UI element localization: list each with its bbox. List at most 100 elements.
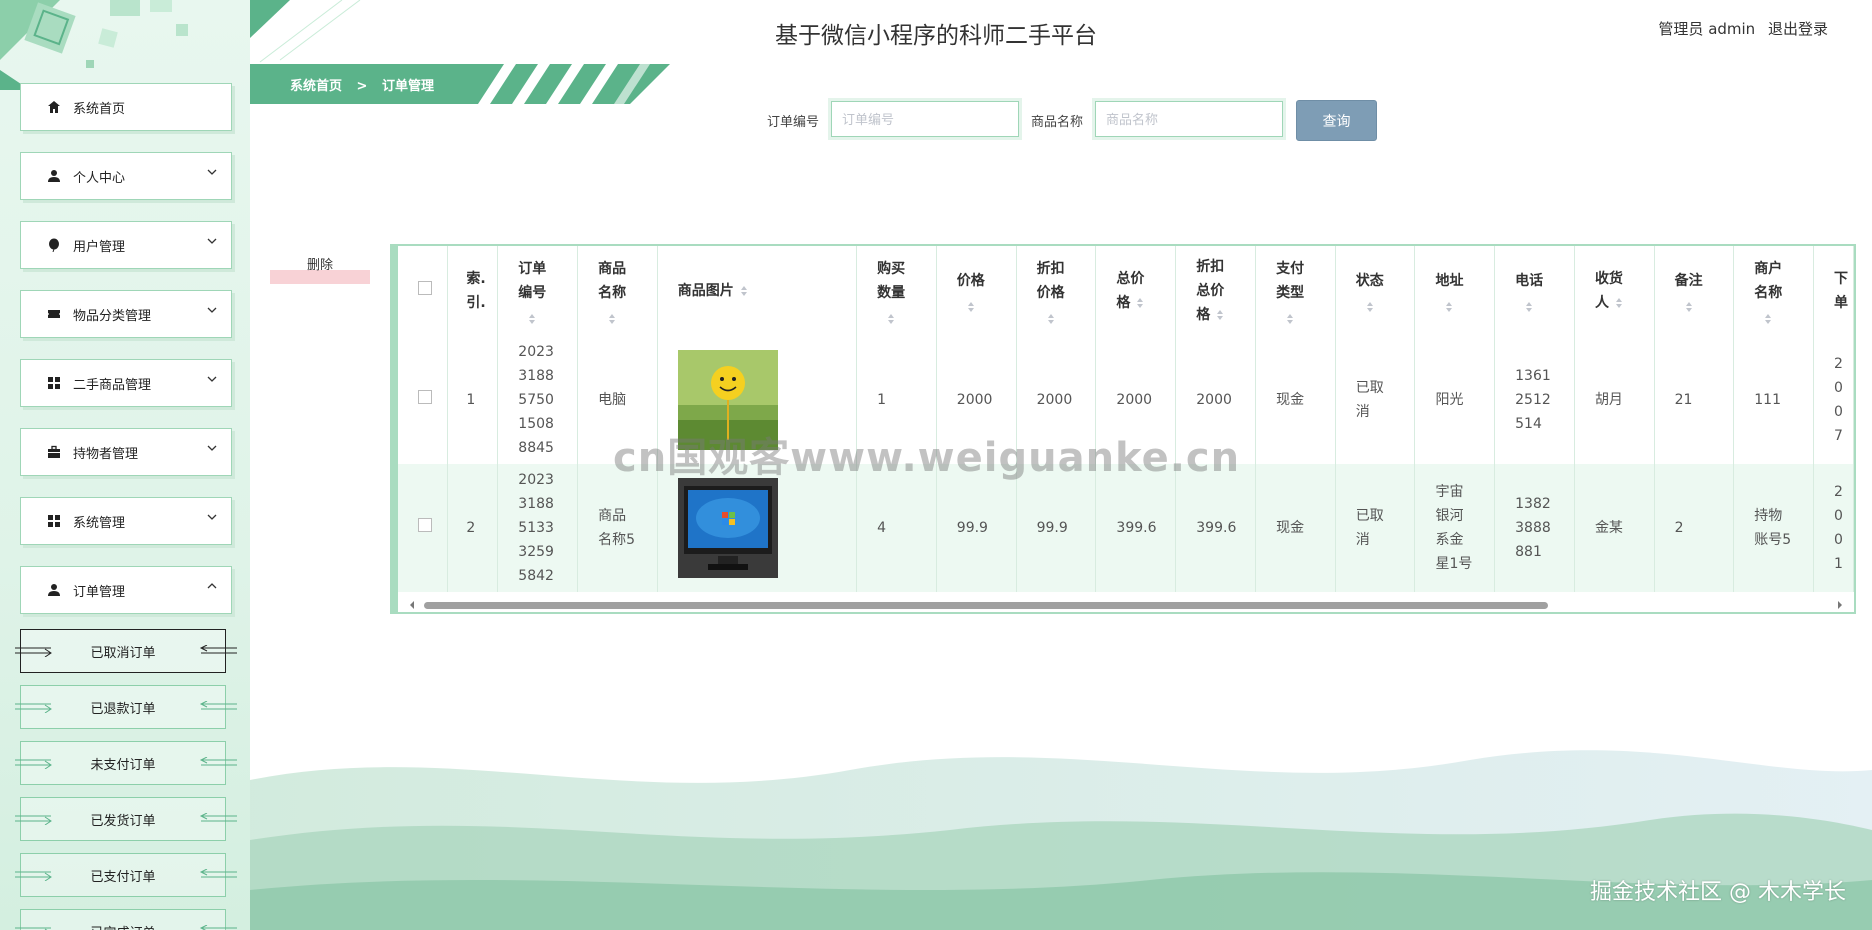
column-header-label: 折扣 价格 <box>1036 261 1065 301</box>
balloon-icon <box>49 238 59 252</box>
table-header-row: 索. 引. 订单 编号 商品 名称 商品图片 购买 数量 价格 折扣 价格 总价… <box>398 246 1854 336</box>
cell-address: 阳光 <box>1414 336 1496 464</box>
orders-table-grid: 索. 引. 订单 编号 商品 名称 商品图片 购买 数量 价格 折扣 价格 总价… <box>398 246 1854 592</box>
sidebar-item-label: 二手商品管理 <box>73 377 152 393</box>
ticket-icon <box>48 310 60 318</box>
row-checkbox[interactable] <box>418 518 432 532</box>
breadcrumb-home[interactable]: 系统首页 <box>290 79 342 94</box>
column-header[interactable]: 折扣 总价 格 <box>1175 246 1257 336</box>
sidebar-item-system-management[interactable]: 系统管理 <box>20 497 232 545</box>
sidebar-subitem-completed-orders[interactable]: 已完成订单 <box>15 909 237 930</box>
arrow-lines-icon <box>15 815 52 825</box>
cell-price: 99.9 <box>936 464 1017 592</box>
cell-pay-type: 现金 <box>1255 464 1336 592</box>
arrow-lines-icon <box>199 925 237 930</box>
sort-icon[interactable] <box>1445 301 1453 313</box>
table-row[interactable]: 2 2023 3188 5133 3259 5842 商品 名称5 4 99.9… <box>398 464 1854 592</box>
sidebar-subitem-cancelled-orders[interactable]: 已取消订单 <box>15 629 237 673</box>
sort-icon[interactable] <box>967 301 975 313</box>
scrollbar-thumb[interactable] <box>424 602 1548 609</box>
admin-user-label: 管理员 admin <box>1658 20 1756 38</box>
breadcrumb: 系统首页 > 订单管理 <box>250 64 670 104</box>
column-header[interactable]: 折扣 价格 <box>1016 246 1097 336</box>
home-icon <box>48 101 60 113</box>
sidebar-subitem-refunded-orders[interactable]: 已退款订单 <box>15 685 237 729</box>
scroll-left-icon[interactable] <box>408 601 416 609</box>
sidebar-item-holder-management[interactable]: 持物者管理 <box>20 428 232 476</box>
cell-discount-price: 99.9 <box>1016 464 1097 592</box>
sidebar-subitem-label: 已发货订单 <box>90 813 156 829</box>
sidebar-item-user-management[interactable]: 用户管理 <box>20 221 232 269</box>
column-header[interactable]: 状态 <box>1335 246 1416 336</box>
breadcrumb-current: 订单管理 <box>381 79 434 94</box>
sort-icon[interactable] <box>528 313 536 325</box>
sidebar-item-label: 系统首页 <box>73 101 126 117</box>
goods-name-input[interactable] <box>1092 98 1286 140</box>
cell-receiver: 胡月 <box>1574 336 1655 464</box>
cell-note: 21 <box>1654 336 1735 464</box>
logout-link[interactable]: 退出登录 <box>1768 20 1828 38</box>
delete-button[interactable]: 删除 <box>270 254 370 284</box>
cell-receiver: 金某 <box>1574 464 1655 592</box>
sort-icon[interactable] <box>1685 301 1693 313</box>
cell-goods-image <box>657 464 858 592</box>
breadcrumb-separator: > <box>356 79 368 94</box>
cell-total: 399.6 <box>1095 464 1177 592</box>
sidebar-item-label: 个人中心 <box>73 170 126 186</box>
sidebar-item-category-management[interactable]: 物品分类管理 <box>20 290 232 338</box>
column-header[interactable]: 商户 名称 <box>1733 246 1814 336</box>
column-header[interactable]: 商品 名称 <box>577 246 658 336</box>
sidebar-subitem-label: 已取消订单 <box>90 645 156 661</box>
column-header[interactable]: 购买 数量 <box>856 246 937 336</box>
sidebar-item-label: 系统管理 <box>73 515 126 531</box>
sidebar-subitem-label: 已支付订单 <box>90 869 156 885</box>
column-header[interactable]: 下 单 <box>1813 246 1854 336</box>
column-header[interactable]: 备注 <box>1654 246 1735 336</box>
arrow-lines-icon <box>199 701 237 710</box>
sidebar-subitem-shipped-orders[interactable]: 已发货订单 <box>15 797 237 841</box>
arrow-lines-icon <box>15 703 52 713</box>
sort-icon[interactable] <box>1047 313 1055 325</box>
column-header-label: 状态 <box>1355 273 1384 289</box>
arrow-lines-icon <box>15 871 52 881</box>
sort-icon[interactable] <box>1136 297 1144 309</box>
sort-icon[interactable] <box>1286 313 1294 325</box>
sidebar-item-label: 用户管理 <box>73 239 126 255</box>
horizontal-scrollbar[interactable] <box>398 598 1854 612</box>
cell-status: 已取 消 <box>1335 464 1416 592</box>
cell-order-time: 2 0 0 1 <box>1813 464 1854 592</box>
sort-icon[interactable] <box>608 313 616 325</box>
query-button[interactable]: 查询 <box>1296 100 1377 141</box>
column-header[interactable]: 电话 <box>1494 246 1575 336</box>
sidebar-item-goods-management[interactable]: 二手商品管理 <box>20 359 232 407</box>
column-header[interactable]: 支付 类型 <box>1255 246 1336 336</box>
sort-icon[interactable] <box>1764 313 1772 325</box>
order-no-input[interactable] <box>828 98 1022 140</box>
sidebar-subitem-paid-orders[interactable]: 已支付订单 <box>15 853 237 897</box>
sort-icon[interactable] <box>1366 301 1374 313</box>
cell-discount-total: 399.6 <box>1175 464 1257 592</box>
scroll-right-icon[interactable] <box>1836 601 1844 609</box>
column-header[interactable]: 商品图片 <box>657 246 858 336</box>
chevron-down-icon <box>207 514 217 520</box>
sidebar-subitem-unpaid-orders[interactable]: 未支付订单 <box>15 741 237 785</box>
column-header[interactable]: 订单 编号 <box>497 246 579 336</box>
row-checkbox[interactable] <box>418 390 432 404</box>
arrow-lines-icon <box>199 869 237 878</box>
row-select-cell <box>398 336 449 464</box>
column-header[interactable]: 总价 格 <box>1095 246 1177 336</box>
select-all-checkbox[interactable] <box>418 281 432 295</box>
column-header[interactable]: 地址 <box>1414 246 1496 336</box>
sort-icon[interactable] <box>887 313 895 325</box>
sidebar-item-home[interactable]: 系统首页 <box>20 83 232 131</box>
arrow-lines-icon <box>15 927 51 930</box>
sidebar-item-order-management[interactable]: 订单管理 <box>20 566 232 614</box>
sort-icon[interactable] <box>740 285 748 297</box>
column-header[interactable]: 收货 人 <box>1574 246 1655 336</box>
column-header[interactable]: 价格 <box>936 246 1017 336</box>
sort-icon[interactable] <box>1615 297 1623 309</box>
footer-credit: 掘金技术社区 @ 木木学长 <box>1590 880 1846 905</box>
sidebar-item-personal-center[interactable]: 个人中心 <box>20 152 232 200</box>
sort-icon[interactable] <box>1525 301 1533 313</box>
sort-icon[interactable] <box>1216 309 1224 321</box>
